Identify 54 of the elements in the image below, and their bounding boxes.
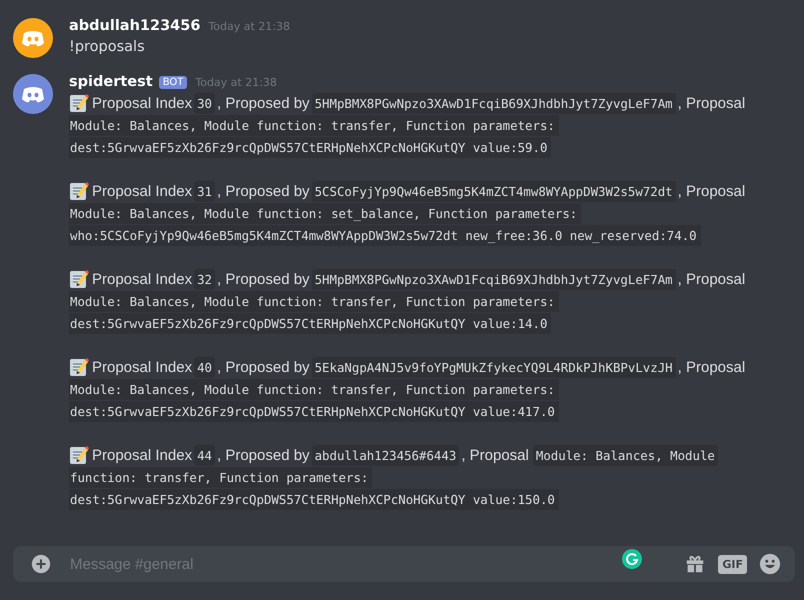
proposed-by-label: , Proposed by <box>217 358 310 376</box>
proposer-address: 5HMpBMX8PGwNpzo3XAwD1FcqiB69XJhdbhJyt7ZyvgLeF7Am <box>312 92 676 114</box>
notepad-pencil-icon <box>69 93 89 113</box>
plus-icon[interactable] <box>30 553 52 575</box>
proposal-label: Proposal Index <box>92 182 192 200</box>
proposal-label: Proposal Index <box>92 94 192 112</box>
proposal-index: 44 <box>194 444 215 466</box>
details-code: dest:5GrwvaEF5zXb26Fz9rcQpDWS57CtERHpNehXCPcNoHGKutQY value:150.0 <box>69 488 559 510</box>
notepad-pencil-icon <box>69 181 89 201</box>
proposal-label: , Proposal <box>461 446 529 464</box>
proposed-by-label: , Proposed by <box>217 446 310 464</box>
gif-button[interactable]: GIF <box>718 554 747 574</box>
details-code: Module: Balances, Module function: transfer, Function parameters: <box>69 290 559 312</box>
proposal-label: Proposal Index <box>92 358 192 376</box>
bot-tag: BOT <box>158 76 188 88</box>
proposed-by-label: , Proposed by <box>217 182 310 200</box>
avatar-icon[interactable] <box>13 74 53 114</box>
proposal-label: Proposal Index <box>92 270 192 288</box>
proposal-label: , Proposal <box>678 358 746 376</box>
details-code: Module: Balances, Module function: transfer, Function parameters: <box>69 378 559 400</box>
proposal-label: Proposal Index <box>92 446 192 464</box>
details-code: Module: Balances, Module function: set_balance, Function parameters: <box>69 202 582 224</box>
proposal-index: 30 <box>194 92 215 114</box>
details-code: Module: Balances, Module <box>532 444 718 466</box>
notepad-pencil-icon <box>69 269 89 289</box>
proposer-address: 5HMpBMX8PGwNpzo3XAwD1FcqiB69XJhdbhJyt7ZyvgLeF7Am <box>312 268 676 290</box>
grammar-icon[interactable] <box>622 549 642 569</box>
details-code: dest:5GrwvaEF5zXb26Fz9rcQpDWS57CtERHpNehXCPcNoHGKutQY value:14.0 <box>69 312 552 334</box>
gift-icon[interactable] <box>684 553 706 575</box>
notepad-pencil-icon <box>69 357 89 377</box>
timestamp: Today at 21:38 <box>208 20 290 32</box>
proposal-label: , Proposal <box>678 270 746 288</box>
details-code: dest:5GrwvaEF5zXb26Fz9rcQpDWS57CtERHpNehXCPcNoHGKutQY value:59.0 <box>69 136 552 158</box>
username[interactable]: spidertest <box>69 74 153 90</box>
smiley-icon[interactable] <box>759 553 781 575</box>
details-code: function: transfer, Function parameters: <box>69 466 372 488</box>
details-code: Module: Balances, Module function: transfer, Function parameters: <box>69 114 559 136</box>
proposed-by-label: , Proposed by <box>217 270 310 288</box>
notepad-pencil-icon <box>69 445 89 465</box>
proposer-address: 5EkaNgpA4NJ5v9foYPgMUkZfykecYQ9L4RDkPJhKBPvLvzJH <box>312 356 676 378</box>
proposal-index: 32 <box>194 268 215 290</box>
proposal-label: , Proposal <box>678 94 746 112</box>
proposed-by-label: , Proposed by <box>217 94 310 112</box>
avatar-icon[interactable] <box>13 18 53 58</box>
proposer-address: 5CSCoFyjYp9Qw46eB5mg5K4mZCT4mw8WYAppDW3W2s5w72dt <box>312 180 676 202</box>
message-text: !proposals <box>69 38 146 57</box>
username[interactable]: abdullah123456 <box>69 18 200 34</box>
details-code: dest:5GrwvaEF5zXb26Fz9rcQpDWS57CtERHpNehXCPcNoHGKutQY value:417.0 <box>69 400 559 422</box>
proposal-index: 40 <box>194 356 215 378</box>
proposal-index: 31 <box>194 180 215 202</box>
details-code: who:5CSCoFyjYp9Qw46eB5mg5K4mZCT4mw8WYAppDW3W2s5w72dt new_free:36.0 new_reserved:74.0 <box>69 224 701 246</box>
timestamp: Today at 21:38 <box>195 76 277 88</box>
proposer-address: abdullah123456#6443 <box>312 444 460 466</box>
proposal-label: , Proposal <box>678 182 746 200</box>
